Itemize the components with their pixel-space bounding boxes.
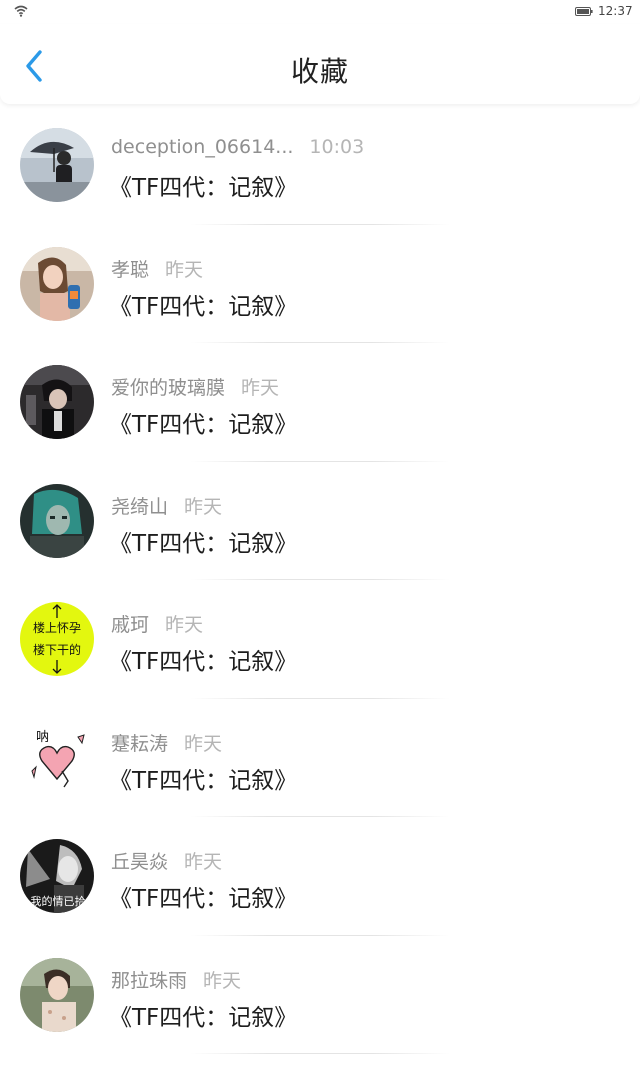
meta-line: 孝聪 昨天: [111, 255, 203, 282]
sender-name: 那拉珠雨: [111, 969, 188, 992]
meta-line: 尧绮山 昨天: [111, 492, 222, 519]
list-item[interactable]: 楼上怀孕 楼下干的 戚珂 昨天 《TF四代：记叙》: [0, 580, 640, 699]
avatar[interactable]: 呐: [20, 720, 94, 795]
avatar-text: 楼上怀孕: [33, 620, 81, 635]
sender-name: 爱你的玻璃膜: [111, 377, 226, 399]
message-time: 昨天: [184, 495, 223, 518]
message-time: 昨天: [203, 969, 242, 992]
message-text: 《TF四代：记叙》: [109, 649, 298, 675]
message-time: 昨天: [184, 732, 223, 755]
list-item[interactable]: 爱你的玻璃膜 昨天 《TF四代：记叙》: [0, 343, 640, 462]
message-time: 昨天: [165, 614, 204, 636]
avatar-text: 楼下干的: [33, 642, 81, 657]
sender-name: 蹇耘涛: [111, 732, 169, 755]
message-text: 《TF四代：记叙》: [109, 293, 298, 320]
avatar[interactable]: [20, 957, 94, 1032]
avatar-text: 我的情已拾: [31, 894, 86, 908]
message-text: 《TF四代：记叙》: [109, 175, 298, 201]
message-text: 《TF四代：记叙》: [109, 530, 298, 557]
status-bar: 12:37: [0, 0, 640, 24]
header: 收藏: [0, 24, 640, 104]
avatar-text: 呐: [36, 730, 49, 745]
message-time: 昨天: [241, 377, 280, 399]
page-title: 收藏: [290, 55, 349, 88]
message-text: 《TF四代：记叙》: [109, 767, 298, 794]
list-item[interactable]: 我的情已拾 丘昊焱 昨天 《TF四代：记叙》: [0, 817, 640, 936]
list-item[interactable]: deception_06614... 10:03 《TF四代：记叙》: [0, 106, 640, 225]
avatar[interactable]: [20, 246, 94, 321]
list-item[interactable]: 孝聪 昨天 《TF四代：记叙》: [0, 225, 640, 343]
list-item[interactable]: 尧绮山 昨天 《TF四代：记叙》: [0, 462, 640, 580]
meta-line: 爱你的玻璃膜 昨天: [111, 373, 279, 400]
battery-icon: [575, 7, 593, 16]
sender-name: 戚珂: [111, 614, 150, 636]
meta-line: 丘昊焱 昨天: [111, 847, 222, 874]
avatar[interactable]: 我的情已拾: [20, 839, 94, 913]
meta-line: 蹇耘涛 昨天: [111, 729, 222, 756]
message-text: 《TF四代：记叙》: [109, 886, 298, 912]
message-time: 昨天: [165, 258, 204, 281]
message-time: 10:03: [309, 136, 365, 158]
message-list: deception_06614... 10:03 《TF四代：记叙》 孝聪 昨天 《…: [0, 106, 640, 1054]
wifi-icon: [14, 5, 28, 17]
avatar[interactable]: 楼上怀孕 楼下干的: [20, 602, 94, 676]
sender-name: 尧绮山: [111, 495, 169, 518]
meta-line: deception_06614... 10:03: [111, 136, 364, 158]
message-time: 昨天: [184, 851, 223, 873]
meta-line: 那拉珠雨 昨天: [111, 966, 241, 993]
sender-name: 孝聪: [111, 258, 150, 281]
avatar[interactable]: [20, 128, 94, 202]
avatar[interactable]: [20, 483, 94, 558]
message-text: 《TF四代：记叙》: [109, 412, 298, 438]
sender-name: deception_06614...: [111, 136, 294, 158]
divider: [190, 1053, 450, 1054]
message-text: 《TF四代：记叙》: [109, 1004, 298, 1031]
sender-name: 丘昊焱: [111, 851, 169, 873]
list-item[interactable]: 呐 蹇耘涛 昨天 《TF四代：记叙》: [0, 699, 640, 817]
avatar[interactable]: [20, 365, 94, 439]
meta-line: 戚珂 昨天: [111, 610, 203, 637]
list-item[interactable]: 那拉珠雨 昨天 《TF四代：记叙》: [0, 936, 640, 1054]
status-time: 12:37: [598, 4, 633, 18]
